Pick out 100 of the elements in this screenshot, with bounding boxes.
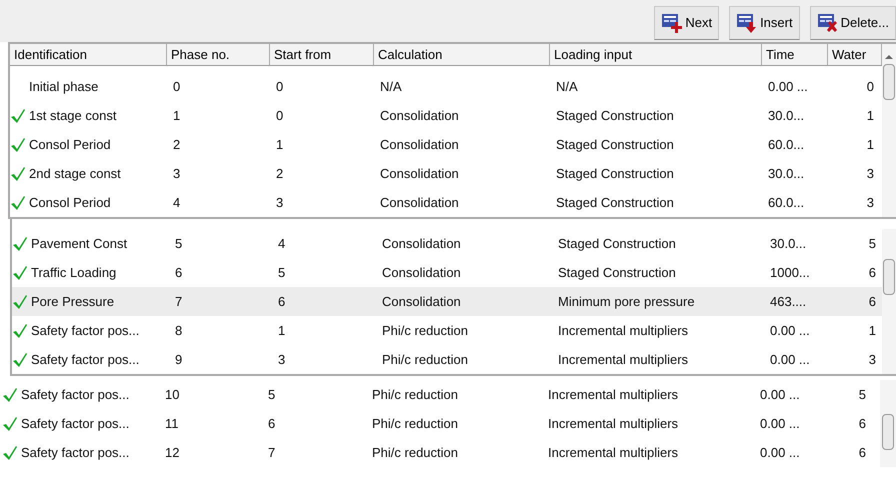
- table-cell-text: 1: [868, 322, 876, 340]
- table-cell-text: 9: [175, 350, 182, 369]
- check-icon: [10, 108, 26, 124]
- table-cell-text: Phi/c reduction: [372, 386, 458, 404]
- table-cell-text: 3: [866, 164, 874, 183]
- check-icon: [12, 322, 28, 338]
- table-cell-text: Initial phase: [29, 78, 98, 96]
- table-cell-text: 1: [866, 106, 874, 125]
- table-cell-text: 3: [866, 194, 874, 212]
- table-cell-text: 1: [866, 136, 874, 154]
- table-cell-text: 1: [276, 136, 284, 154]
- up-arrow-icon[interactable]: [885, 54, 893, 60]
- table-cell-text: Safety factor pos...: [21, 414, 130, 433]
- table-row[interactable]: Safety factor pos... 8 1 Phi/c reduction Incremental multipliers 0.00 ... 1: [12, 316, 882, 345]
- table-row[interactable]: 1st stage const 1 0 Consolidation Staged Construction 30.0... 1: [10, 101, 882, 130]
- table-cell-text: 0: [866, 78, 874, 96]
- column-header[interactable]: Start from: [270, 44, 374, 65]
- check-icon: [10, 194, 26, 210]
- check-icon: [2, 444, 18, 460]
- table-cell-text: Pore Pressure: [31, 292, 114, 311]
- check-icon: [12, 264, 28, 280]
- table-cell-text: 1: [173, 106, 180, 125]
- check-icon: [12, 236, 28, 252]
- column-header[interactable]: Calculation: [374, 44, 550, 65]
- table-cell-text: 2: [276, 164, 284, 183]
- table-cell-text: 3: [868, 350, 876, 369]
- table-cell-text: 0: [173, 78, 180, 96]
- scrollbar[interactable]: [880, 380, 896, 467]
- grid-delete-icon: [816, 13, 839, 33]
- table-cell-text: Safety factor pos...: [21, 444, 130, 462]
- scrollbar[interactable]: [882, 229, 896, 374]
- table-cell-text: Consol Period: [29, 136, 111, 154]
- table-cell-text: Phi/c reduction: [382, 322, 468, 340]
- table-cell-text: 5: [175, 234, 182, 253]
- table-cell-text: Incremental multipliers: [558, 350, 688, 369]
- grid-plus-icon: [661, 13, 684, 33]
- table-row[interactable]: 2nd stage const 3 2 Consolidation Staged Construction 30.0... 3: [10, 159, 882, 188]
- table-row[interactable]: Initial phase 0 0 N/A N/A 0.00 ... 0: [10, 72, 882, 101]
- table-cell-text: 8: [175, 322, 182, 340]
- table-cell-text: Incremental multipliers: [548, 386, 678, 404]
- table-cell-text: 30.0...: [770, 234, 806, 253]
- table-cell-text: Incremental multipliers: [548, 444, 678, 462]
- table-cell-text: 7: [268, 444, 276, 462]
- table-row[interactable]: Safety factor pos... 10 5 Phi/c reduction Incremental multipliers 0.00 ... 5: [2, 380, 880, 409]
- table-cell-text: 6: [278, 292, 286, 311]
- check-icon: [2, 416, 18, 432]
- table-cell-text: 10: [165, 386, 180, 404]
- column-header[interactable]: Identification: [10, 44, 167, 65]
- table-cell-text: Safety factor pos...: [21, 386, 130, 404]
- table-cell-text: Consolidation: [380, 106, 459, 125]
- table-cell-text: 60.0...: [768, 194, 804, 212]
- table-cell-text: 4: [278, 234, 286, 253]
- table-row[interactable]: Pore Pressure 7 6 Consolidation Minimum pore pressure 463.... 6: [12, 287, 882, 316]
- table-row[interactable]: Consol Period 2 1 Consolidation Staged Construction 60.0... 1: [10, 130, 882, 159]
- grid-arrow-icon: [736, 13, 758, 33]
- table-cell-text: 463....: [770, 292, 806, 311]
- table-row[interactable]: Safety factor pos... 11 6 Phi/c reduction Incremental multipliers 0.00 ... 6: [2, 409, 880, 438]
- scroll-thumb[interactable]: [882, 414, 894, 450]
- scroll-thumb[interactable]: [883, 64, 895, 100]
- table-cell-text: Consolidation: [382, 292, 461, 311]
- table-cell-text: 3: [173, 164, 180, 183]
- table-cell-text: 6: [175, 264, 182, 282]
- table-cell-text: Safety factor pos...: [31, 350, 140, 369]
- table-cell-text: Staged Construction: [556, 164, 674, 183]
- table-cell-text: 30.0...: [768, 164, 804, 183]
- table-cell-text: 5: [278, 264, 286, 282]
- check-icon: [12, 352, 28, 368]
- toolbar-button[interactable]: Next: [654, 6, 720, 40]
- column-header[interactable]: Phase no.: [167, 44, 270, 65]
- table-row[interactable]: Pavement Const 5 4 Consolidation Staged Construction 30.0... 5: [12, 229, 882, 258]
- table-cell-text: Incremental multipliers: [558, 322, 688, 340]
- table-cell-text: 0.00 ...: [760, 414, 800, 433]
- table-cell-text: Staged Construction: [558, 264, 676, 282]
- table-cell-text: Pavement Const: [31, 234, 128, 253]
- table-cell-text: 6: [868, 264, 876, 282]
- table-row[interactable]: Traffic Loading 6 5 Consolidation Staged Construction 1000... 6: [12, 258, 882, 287]
- toolbar-button[interactable]: Insert: [729, 6, 800, 40]
- table-cell-text: 1st stage const: [29, 106, 116, 125]
- table-cell-text: 1: [278, 322, 286, 340]
- table-cell-text: 2nd stage const: [29, 164, 121, 183]
- scrollbar[interactable]: [882, 44, 896, 217]
- table-cell-text: Consolidation: [382, 264, 461, 282]
- table-cell-text: 0.00 ...: [768, 78, 808, 96]
- table-cell-text: 12: [165, 444, 180, 462]
- check-icon: [10, 166, 26, 182]
- column-header[interactable]: Loading input: [550, 44, 762, 65]
- table-cell-text: N/A: [380, 78, 402, 96]
- table-row[interactable]: Consol Period 4 3 Consolidation Staged Construction 60.0... 3: [10, 188, 882, 217]
- table-row[interactable]: Safety factor pos... 9 3 Phi/c reduction Incremental multipliers 0.00 ... 3: [12, 345, 882, 374]
- table-cell-text: Safety factor pos...: [31, 322, 140, 340]
- column-header[interactable]: Time: [762, 44, 828, 65]
- scroll-thumb[interactable]: [883, 259, 895, 295]
- table-cell-text: 5: [858, 386, 866, 404]
- table-cell-text: Consolidation: [380, 164, 459, 183]
- toolbar-button[interactable]: Delete...: [810, 6, 896, 40]
- table-cell-text: Phi/c reduction: [372, 414, 458, 433]
- table-cell-text: 0.00 ...: [760, 444, 800, 462]
- table-cell-text: 3: [276, 194, 284, 212]
- table-cell-text: 7: [175, 292, 182, 311]
- table-row[interactable]: Safety factor pos... 12 7 Phi/c reduction Incremental multipliers 0.00 ... 6: [2, 438, 880, 467]
